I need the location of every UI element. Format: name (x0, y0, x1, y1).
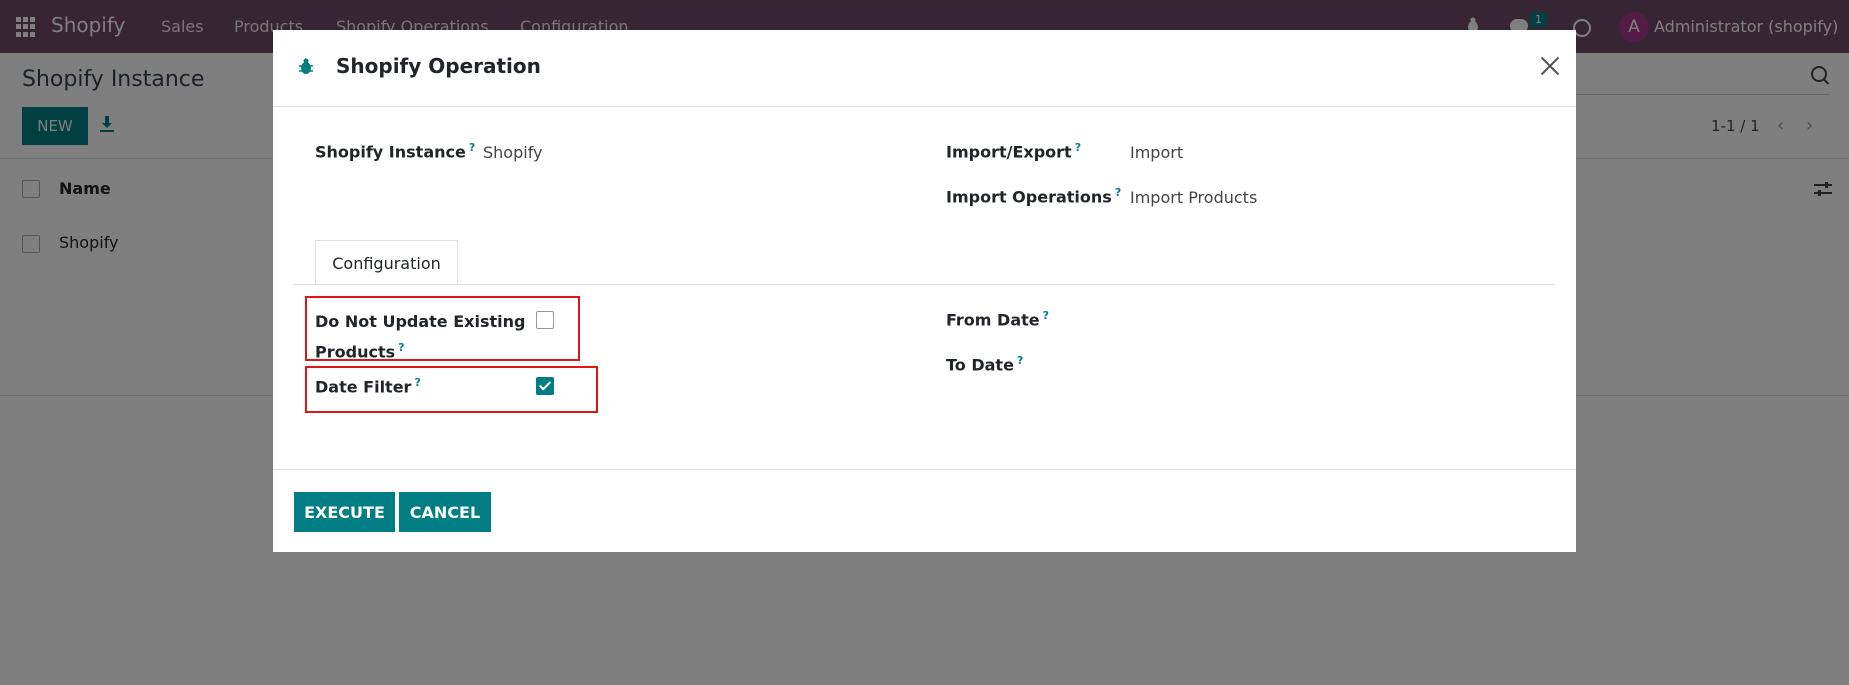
import-operations-value[interactable]: Import Products (1130, 188, 1257, 207)
modal-header: Shopify Operation (273, 30, 1576, 107)
shopify-instance-label: Shopify Instance? (315, 141, 476, 162)
from-date-label: From Date? (946, 309, 1049, 330)
close-icon[interactable] (1538, 54, 1562, 78)
do-not-update-label: Do Not Update Existing Products? (315, 312, 526, 362)
import-export-label: Import/Export? (946, 141, 1082, 162)
shopify-instance-value[interactable]: Shopify (483, 143, 543, 162)
tab-configuration[interactable]: Configuration (315, 240, 458, 286)
import-export-value[interactable]: Import (1130, 143, 1183, 162)
date-filter-label: Date Filter? (315, 376, 421, 397)
date-filter-checkbox[interactable] (536, 377, 554, 395)
modal-title: Shopify Operation (336, 54, 541, 78)
to-date-label: To Date? (946, 354, 1024, 375)
bug-icon (299, 58, 313, 74)
cancel-button[interactable]: CANCEL (399, 492, 491, 532)
execute-button[interactable]: EXECUTE (294, 492, 395, 532)
tab-divider (293, 284, 1555, 285)
shopify-operation-dialog: Shopify Operation Shopify Instance? Shop… (273, 30, 1576, 552)
import-operations-label: Import Operations? (946, 186, 1122, 207)
footer-divider (273, 469, 1576, 470)
do-not-update-checkbox[interactable] (536, 311, 554, 329)
